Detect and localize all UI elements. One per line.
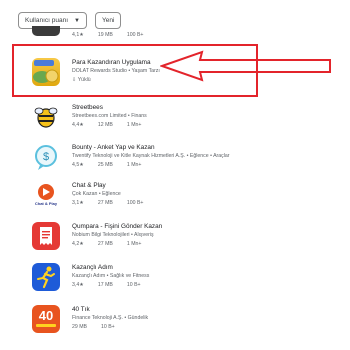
size: 12 MB	[97, 122, 113, 128]
new-label: Yeni	[101, 17, 115, 24]
app-developer: Çok Kazan • Eğlence	[72, 191, 121, 197]
downloads: 1 Mn+	[126, 241, 142, 247]
size: 19 MB	[97, 32, 113, 38]
forty-tik-icon-text: 40	[38, 308, 54, 323]
app-title: Kazançlı Adım	[72, 264, 113, 271]
app-title: Bounty - Anket Yap ve Kazan	[72, 144, 155, 151]
list-item[interactable]: Qumpara - Fişini Gönder Kazan Nobium Bil…	[32, 222, 292, 258]
chevron-down-icon: ▼	[74, 17, 80, 24]
app-developer: Nobium Bilgi Teknolojileri • Alışveriş	[72, 232, 154, 238]
receipt-icon	[32, 222, 60, 250]
dollar-bubble-icon: $	[32, 143, 60, 171]
list-item[interactable]: Streetbees Streetbees.com Limited • Fina…	[32, 103, 292, 139]
downloads: 100 B+	[126, 200, 144, 206]
app-title: Qumpara - Fişini Gönder Kazan	[72, 223, 163, 230]
rating: 3,4★	[72, 282, 84, 288]
downloads: 10 B+	[101, 324, 115, 330]
runner-icon	[32, 263, 60, 291]
size: 25 MB	[97, 162, 113, 168]
rating: 4,2★	[72, 241, 84, 247]
app-developer: Streetbees.com Limited • Finans	[72, 113, 147, 119]
chat-play-icon: Chat & Play	[32, 181, 60, 209]
icon-stripe	[36, 324, 56, 327]
rating: 4,1★	[72, 32, 84, 38]
downloads: 1 Mn+	[126, 162, 142, 168]
new-filter[interactable]: Yeni	[94, 12, 122, 29]
rating: 3,1★	[72, 200, 84, 206]
app-title: Streetbees	[72, 104, 103, 111]
list-item-partial[interactable]: 4,1★ 19 MB 100 B+	[32, 26, 292, 44]
size: 27 MB	[97, 200, 113, 206]
bee-icon	[32, 103, 60, 131]
size: 29 MB	[72, 324, 87, 330]
size: 17 MB	[97, 282, 113, 288]
downloads: 10 B+	[126, 282, 141, 288]
app-title: Chat & Play	[72, 182, 106, 189]
forty-tik-icon: 40	[32, 305, 60, 333]
rating: 4,4★	[72, 122, 84, 128]
user-rating-label: Kullanıcı puanı	[25, 17, 69, 24]
chat-play-icon-text: Chat & Play	[34, 201, 58, 206]
app-developer: Kazançlı Adım • Sağlık ve Fitness	[72, 273, 150, 279]
app-icon	[32, 26, 60, 36]
svg-text:$: $	[43, 151, 49, 163]
size: 27 MB	[97, 241, 113, 247]
app-title: 40 Tık	[72, 306, 90, 313]
list-item[interactable]: $ Bounty - Anket Yap ve Kazan Twentify T…	[32, 143, 292, 179]
downloads: 1 Mn+	[126, 122, 142, 128]
list-item[interactable]: 40 40 Tık Finance Teknoloji A.Ş. • Günde…	[32, 305, 292, 341]
list-item[interactable]: Chat & Play Chat & Play Çok Kazan • Eğle…	[32, 181, 292, 217]
app-developer: Twentify Teknoloji ve Kitle Kaynak Hizme…	[72, 153, 230, 159]
rating: 4,5★	[72, 162, 84, 168]
pointer-arrow	[160, 50, 331, 82]
downloads: 100 B+	[126, 32, 144, 38]
list-item[interactable]: Kazançlı Adım Kazançlı Adım • Sağlık ve …	[32, 263, 292, 299]
app-developer: Finance Teknoloji A.Ş. • Gündelik	[72, 315, 149, 321]
